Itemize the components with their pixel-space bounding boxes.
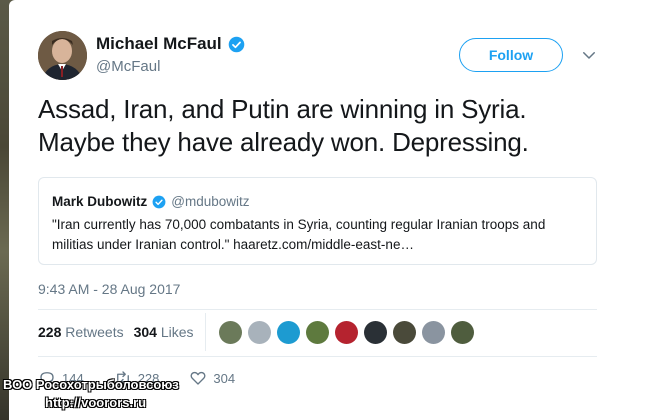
like-count: 304 [213, 370, 236, 386]
retweets-count: 228 [38, 324, 62, 340]
retweets-stat[interactable]: 228 Retweets [38, 324, 124, 340]
liker-avatar[interactable] [248, 321, 271, 344]
author-handle[interactable]: @McFaul [96, 58, 160, 75]
liker-avatar[interactable] [335, 321, 358, 344]
tweet-text-line: Maybe they have already won. Depressing. [38, 127, 529, 157]
watermark: ВОО Росохотрыболовсоюз http://voorors.ru [3, 376, 179, 412]
likes-stat[interactable]: 304 Likes [134, 324, 194, 340]
watermark-url: http://voorors.ru [45, 395, 147, 410]
liker-avatars [219, 321, 474, 344]
author-name[interactable]: Michael McFaul [96, 34, 222, 54]
quoted-tweet[interactable]: Mark Dubowitz @mdubowitz "Iran currently… [38, 177, 597, 265]
verified-badge-icon [228, 36, 244, 52]
follow-button[interactable]: Follow [459, 38, 563, 72]
like-action[interactable]: 304 [189, 369, 235, 387]
liker-avatar[interactable] [277, 321, 300, 344]
quoted-author-handle: @mdubowitz [171, 194, 250, 209]
tweet-text: Assad, Iran, and Putin are winning in Sy… [38, 93, 608, 159]
likes-label: Likes [160, 324, 194, 340]
divider [38, 309, 597, 310]
liker-avatar[interactable] [422, 321, 445, 344]
chevron-down-icon[interactable] [580, 46, 598, 64]
tweet-text-line: Assad, Iran, and Putin are winning in Sy… [38, 94, 527, 124]
stats-divider [205, 313, 206, 351]
retweets-label: Retweets [65, 324, 124, 340]
quoted-tweet-header: Mark Dubowitz @mdubowitz [52, 194, 250, 209]
heart-icon [190, 371, 206, 385]
quoted-text-line: "Iran currently has 70,000 combatants in… [52, 217, 546, 232]
tweet-timestamp[interactable]: 9:43 AM - 28 Aug 2017 [38, 281, 180, 297]
quoted-author-name: Mark Dubowitz [52, 194, 148, 209]
quoted-text-line: militias under Iranian control." haaretz… [52, 237, 414, 252]
liker-avatar[interactable] [306, 321, 329, 344]
liker-avatar[interactable] [451, 321, 474, 344]
liker-avatar[interactable] [393, 321, 416, 344]
author-avatar[interactable] [38, 31, 87, 80]
divider [38, 356, 597, 357]
avatar-photo-icon [38, 31, 87, 80]
liker-avatar[interactable] [219, 321, 242, 344]
verified-badge-icon [152, 195, 166, 208]
watermark-line: ВОО Росохотрыболовсоюз [3, 377, 179, 392]
liker-avatar[interactable] [364, 321, 387, 344]
author-name-row: Michael McFaul [96, 34, 245, 54]
likes-count: 304 [133, 324, 157, 340]
quoted-tweet-text: "Iran currently has 70,000 combatants in… [52, 215, 587, 255]
engagement-stats: 228 Retweets 304 Likes [38, 324, 194, 340]
